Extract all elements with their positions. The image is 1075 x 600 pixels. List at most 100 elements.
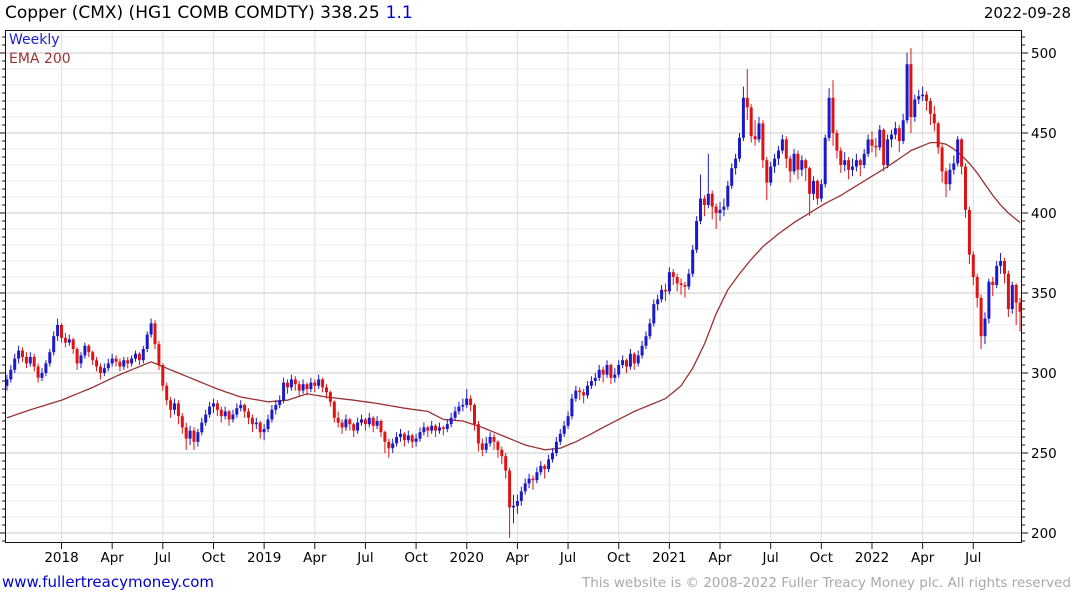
candle-body <box>422 427 426 433</box>
candle-body <box>293 379 297 385</box>
candle-body <box>640 345 644 356</box>
candle-body <box>948 169 952 185</box>
candle-body <box>473 405 476 425</box>
x-tick-label: Jul <box>762 550 779 566</box>
candle-body <box>52 336 56 353</box>
candle-body <box>375 421 379 426</box>
candle-body <box>558 433 562 442</box>
candle-body <box>176 403 180 417</box>
candle-body <box>254 422 258 425</box>
candle-body <box>831 97 835 133</box>
candle-body <box>675 277 679 284</box>
candle-body <box>141 349 145 361</box>
candle-body <box>928 101 932 114</box>
candle-body <box>227 411 231 420</box>
candle-body <box>215 403 219 410</box>
candle-body <box>137 353 141 361</box>
candle-body <box>504 456 508 471</box>
candle-body <box>913 99 917 117</box>
y-tick-label: 200 <box>1031 526 1057 542</box>
candle-body <box>702 198 706 205</box>
candle-body <box>741 97 745 138</box>
x-tick-label: Jul <box>964 550 981 566</box>
candle-body <box>656 299 660 305</box>
x-tick-label: Oct <box>202 550 225 566</box>
candle-body <box>297 384 301 391</box>
candle-body <box>547 459 551 469</box>
candle-body <box>449 417 453 425</box>
candle-body <box>321 379 325 388</box>
candle-body <box>410 435 414 442</box>
candle-body <box>508 470 512 508</box>
candle-body <box>480 443 484 450</box>
candle-body <box>964 166 967 210</box>
candle-body <box>406 435 410 441</box>
candle-body <box>371 417 375 426</box>
candle-body <box>839 150 843 165</box>
candle-body <box>582 392 586 396</box>
candle-body <box>9 369 13 380</box>
candle-body <box>589 381 593 386</box>
candle-body <box>161 365 165 386</box>
candle-body <box>718 209 722 213</box>
candle-body <box>367 417 371 425</box>
candle-body <box>788 158 792 172</box>
candle-body <box>496 441 500 450</box>
candle-body <box>1003 261 1006 274</box>
x-tick-label: Apr <box>708 550 732 566</box>
candle-body <box>757 123 761 140</box>
candle-body <box>200 422 204 433</box>
candle-body <box>952 163 956 170</box>
candle-body <box>932 113 936 124</box>
candle-body <box>621 360 625 365</box>
candle-body <box>753 136 757 140</box>
y-tick-label: 250 <box>1031 446 1057 462</box>
candle-body <box>578 390 582 393</box>
candle-body <box>586 385 589 396</box>
candle-body <box>749 107 753 137</box>
candle-body <box>239 405 243 409</box>
candlestick-chart[interactable]: 200 250 300 350 400 450 500 2018 Apr Jul Oct 2019 Ap… <box>0 0 1075 570</box>
ema-line <box>6 141 1021 451</box>
candle-body <box>223 411 227 417</box>
candle-body <box>944 171 948 185</box>
candle-body <box>114 358 118 362</box>
candle-body <box>734 158 738 169</box>
candle-body <box>258 422 262 433</box>
candle-body <box>356 422 360 431</box>
candle-body <box>402 433 406 441</box>
candle-body <box>110 358 114 364</box>
candle-body <box>936 123 940 148</box>
candle-body <box>212 403 215 407</box>
candle-body <box>184 427 188 439</box>
candle-body <box>457 406 461 412</box>
candle-body <box>710 193 714 207</box>
candle-body <box>469 398 473 405</box>
candle-body <box>476 424 480 444</box>
candle-body <box>348 419 352 425</box>
candle-body <box>340 422 344 428</box>
candle-body <box>979 297 983 337</box>
candle-body <box>664 289 667 292</box>
candle-body <box>63 337 67 343</box>
candle-body <box>67 339 71 343</box>
plot-frame <box>5 30 1022 543</box>
candle-body <box>691 249 695 274</box>
candle-body <box>539 465 543 473</box>
candle-body <box>1014 285 1018 303</box>
candle-body <box>847 160 851 170</box>
candle-body <box>102 368 106 373</box>
candle-body <box>699 198 702 221</box>
candle-body <box>317 379 321 386</box>
candle-body <box>999 261 1003 266</box>
candle-body <box>231 414 235 420</box>
candle-body <box>628 353 632 367</box>
candle-body <box>399 433 402 437</box>
y-tick-label: 500 <box>1031 46 1057 62</box>
website-link[interactable]: www.fullertreacymoney.com <box>2 573 214 591</box>
candle-body <box>445 424 449 429</box>
candle-body <box>95 360 99 367</box>
x-tick-label: Jul <box>356 550 373 566</box>
candle-body <box>874 145 878 148</box>
candle-body <box>632 353 636 364</box>
